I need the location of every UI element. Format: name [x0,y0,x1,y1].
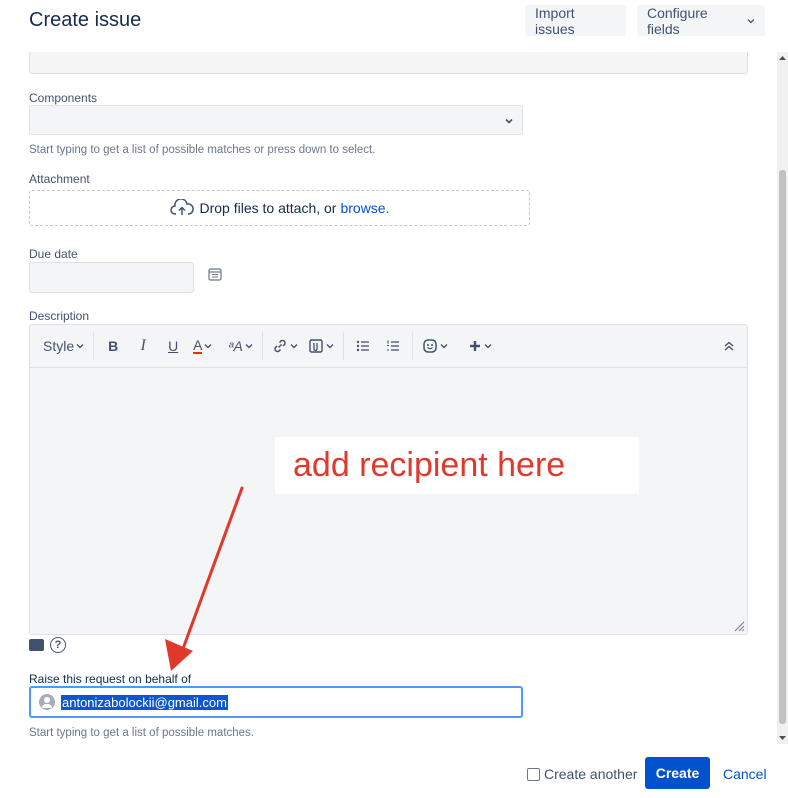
description-label: Description [29,309,90,323]
user-avatar-icon [39,694,55,710]
text-color-dropdown[interactable]: A [188,332,217,360]
text-effects-icon: ᵃA [228,338,243,354]
emoji-dropdown[interactable] [417,332,453,360]
attachment-dropzone[interactable]: Drop files to attach, or browse. [29,190,530,226]
cloud-upload-icon [169,199,194,215]
underline-icon: U [168,338,179,354]
create-another-checkbox[interactable] [527,767,540,781]
chevron-down-icon [326,344,334,349]
components-select[interactable] [29,105,523,135]
scrollbar[interactable] [777,52,788,744]
on-behalf-value: antonizabolockii@gmail.com [61,694,228,710]
on-behalf-input[interactable]: antonizabolockii@gmail.com [29,686,523,718]
on-behalf-label: Raise this request on behalf of [29,672,192,686]
toolbar-divider [93,332,95,360]
help-icon[interactable]: ? [50,637,66,653]
link-icon [274,339,286,353]
editor-footer: ? [29,637,66,653]
scrollbar-thumb[interactable] [779,170,786,724]
toolbar-divider [342,332,344,360]
components-hint: Start typing to get a list of possible m… [29,144,376,156]
link-dropdown[interactable] [267,332,303,360]
create-another-label: Create another [544,766,638,782]
style-dropdown[interactable]: Style [38,332,89,360]
dialog-footer: Create another Create Cancel [0,744,788,798]
attachment-label: Attachment [29,172,90,186]
numbered-list-button[interactable] [378,332,408,360]
collapse-toolbar-icon[interactable] [723,340,735,352]
on-behalf-hint: Start typing to get a list of possible m… [29,727,255,739]
text-effects-dropdown[interactable]: ᵃA [223,332,257,360]
editor-toolbar: Style B I U A ᵃA [30,325,747,368]
chevron-down-icon [290,344,298,349]
import-issues-label: Import issues [535,4,575,37]
create-another-toggle[interactable]: Create another [527,766,637,782]
bold-icon: B [108,338,119,354]
toolbar-divider [411,332,413,360]
due-date-label: Due date [29,247,78,261]
dialog-header: Create issue Import issues Configure fie… [0,0,788,52]
style-label: Style [43,338,75,354]
bold-button[interactable]: B [98,332,128,360]
due-date-input[interactable] [29,262,194,293]
paperclip-icon [309,339,323,353]
description-textarea[interactable]: add recipient here [30,368,747,634]
cancel-link[interactable]: Cancel [723,766,767,782]
create-button[interactable]: Create [645,757,710,789]
chevron-down-icon [245,344,253,349]
toolbar-divider [261,332,263,360]
plus-icon [469,341,480,351]
text-color-icon: A [193,337,203,354]
calendar-icon[interactable] [207,266,223,282]
previous-field-input[interactable] [29,52,748,74]
bullet-list-button[interactable] [348,332,378,360]
description-editor: Style B I U A ᵃA add recipient here [29,324,748,635]
italic-button[interactable]: I [128,332,158,360]
attachment-insert-dropdown[interactable] [303,332,339,360]
chevron-down-icon [76,344,84,349]
underline-button[interactable]: U [158,332,188,360]
chevron-down-icon [747,18,755,23]
configure-fields-label: Configure fields [647,4,708,37]
chevron-down-icon [204,344,212,349]
bullet-list-icon [356,340,369,352]
dialog-title: Create issue [29,9,142,31]
scroll-up-icon[interactable] [779,55,786,61]
chevron-down-icon [484,344,492,349]
italic-icon: I [140,337,146,354]
text-mode-icon[interactable] [29,639,44,651]
emoji-icon [423,339,437,353]
components-label: Components [29,91,98,105]
insert-more-dropdown[interactable] [463,332,497,360]
chevron-down-icon [440,344,448,349]
scroll-down-icon[interactable] [779,735,786,741]
chevron-down-icon [505,118,513,124]
resize-handle-icon[interactable] [733,620,745,632]
browse-link[interactable]: browse. [340,200,389,216]
configure-fields-button[interactable]: Configure fields [637,4,765,37]
import-issues-button[interactable]: Import issues [525,4,626,37]
attachment-drop-text: Drop files to attach, or [199,200,337,216]
numbered-list-icon [386,340,399,351]
annotation-callout: add recipient here [275,437,639,494]
